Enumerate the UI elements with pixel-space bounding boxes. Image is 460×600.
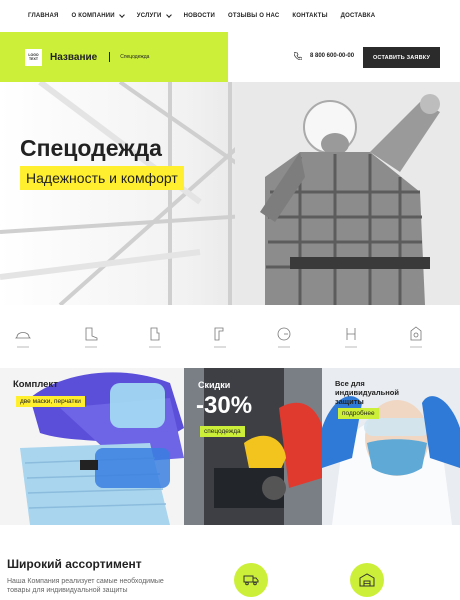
promo-title: Все для индивидуальной защиты <box>335 379 399 406</box>
nav-label: НОВОСТИ <box>183 13 215 19</box>
hero-worker-image <box>0 82 460 305</box>
nav-item-home[interactable]: ГЛАВНАЯ <box>28 13 59 19</box>
nav-label: ОТЗЫВЫ О НАС <box>227 13 280 19</box>
feature-icons-row <box>0 305 460 368</box>
warehouse-icon <box>350 563 384 597</box>
company-name: Название <box>50 51 98 63</box>
mask-icon <box>277 327 291 348</box>
hero-banner: Спецодежда Надежность и комфорт <box>0 82 460 305</box>
promo-tag[interactable]: спецодежда <box>200 426 245 437</box>
glasses-icon <box>410 326 422 348</box>
promo-tile-discount[interactable]: Скидки -30% спецодежда <box>184 368 322 525</box>
promo-tag[interactable]: две маски, перчатки <box>16 396 85 407</box>
hero-subtitle: Надежность и комфорт <box>20 166 184 190</box>
chevron-down-icon <box>165 11 172 18</box>
helmet-icon <box>15 332 31 348</box>
logo-text: LOGO TEXT <box>28 53 39 61</box>
company-tagline: Спецодежда <box>120 54 150 60</box>
promo-title: Комплект <box>13 379 58 390</box>
overalls-icon <box>345 328 357 348</box>
nav-item-reviews[interactable]: ОТЗЫВЫ О НАС <box>228 13 279 19</box>
nav-label: ДОСТАВКА <box>340 13 376 19</box>
promo-tile-kit[interactable]: Комплект две маски, перчатки <box>0 368 184 525</box>
phone-number: 8 800 600-00-00 <box>310 53 355 59</box>
nav-label: О КОМПАНИИ <box>71 13 115 19</box>
nav-item-services[interactable]: УСЛУГИ <box>136 11 172 19</box>
masks-gloves-image <box>0 368 184 525</box>
top-navigation: ГЛАВНАЯ О КОМПАНИИ УСЛУГИ НОВОСТИ ОТЗЫВЫ… <box>0 0 460 32</box>
brand-divider <box>109 52 111 62</box>
assortment-title: Широкий ассортимент <box>7 557 142 571</box>
delivery-truck-icon <box>234 563 268 597</box>
request-button[interactable]: ОСТАВИТЬ ЗАЯВКУ <box>363 47 440 68</box>
phone-icon <box>294 52 302 60</box>
jacket-icon <box>214 327 226 348</box>
nav-item-about[interactable]: О КОМПАНИИ <box>71 11 125 19</box>
phone-block[interactable]: 8 800 600-00-00 <box>294 52 354 60</box>
boots-icon <box>85 327 98 348</box>
nav-item-delivery[interactable]: ДОСТАВКА <box>341 13 376 19</box>
promo-tile-protection[interactable]: Все для индивидуальной защиты подробнее <box>322 368 460 525</box>
site-header: LOGO TEXT Название Спецодежда 8 800 600-… <box>0 32 460 82</box>
chevron-down-icon <box>118 11 125 18</box>
nav-item-news[interactable]: НОВОСТИ <box>184 13 215 19</box>
promo-title: Скидки <box>198 380 231 390</box>
nav-label: УСЛУГИ <box>136 13 162 19</box>
promo-tag[interactable]: подробнее <box>338 408 379 419</box>
nav-label: ГЛАВНАЯ <box>28 13 59 19</box>
discount-value: -30% <box>196 392 253 419</box>
nav-item-contacts[interactable]: КОНТАКТЫ <box>292 13 327 19</box>
nav-label: КОНТАКТЫ <box>292 13 328 19</box>
brand-bar: LOGO TEXT Название Спецодежда <box>0 32 228 82</box>
hero-title: Спецодежда <box>20 135 162 161</box>
logo[interactable]: LOGO TEXT <box>25 48 42 66</box>
gloves-icon <box>149 327 161 348</box>
assortment-text: Наша Компания реализует самые необходимы… <box>7 578 164 594</box>
